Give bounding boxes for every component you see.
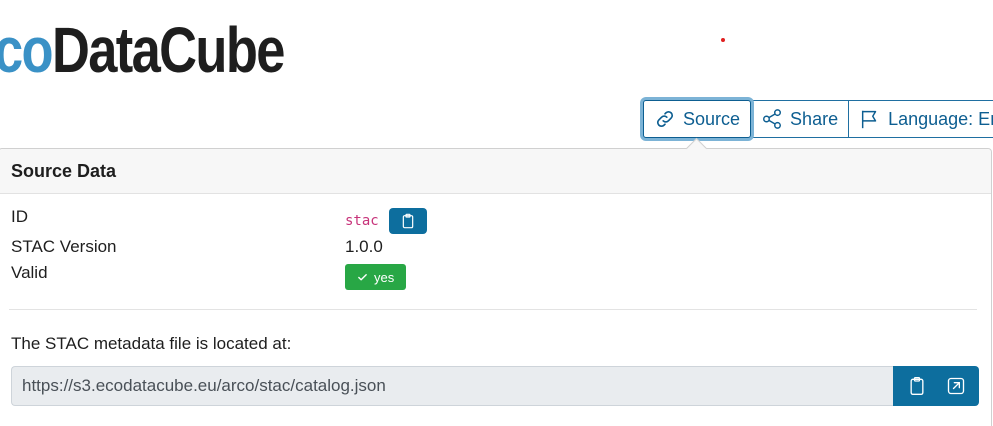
link-icon (656, 110, 674, 128)
valid-badge: yes (345, 264, 407, 290)
flag-icon (862, 110, 877, 129)
share-button[interactable]: Share (751, 100, 850, 138)
metadata-url-group: https://s3.ecodatacube.eu/arco/stac/cata… (11, 366, 979, 406)
id-value: stac (345, 213, 379, 229)
clipboard-icon (910, 377, 923, 395)
stac-version-label: STAC Version (11, 237, 117, 256)
share-icon (763, 109, 782, 129)
logo[interactable]: coDataCube (0, 14, 285, 86)
page: coDataCube Source Share Language: Engli … (0, 0, 993, 426)
share-label: Share (790, 108, 839, 129)
divider (9, 309, 977, 310)
copy-url-button[interactable] (899, 369, 935, 403)
toolbar: Source Share Language: Engli (643, 100, 993, 140)
url-actions (893, 366, 979, 406)
metadata-location-text: The STAC metadata file is located at: (11, 334, 292, 353)
open-url-button[interactable] (938, 369, 974, 403)
copy-id-button[interactable] (388, 208, 427, 234)
id-label: ID (11, 207, 28, 226)
language-label: Language: Engli (888, 108, 993, 129)
clipboard-icon (402, 213, 413, 229)
stac-version-value: 1.0.0 (345, 237, 383, 256)
valid-label: Valid (11, 263, 48, 282)
check-icon (358, 273, 367, 280)
valid-value: yes (374, 269, 395, 285)
metadata-url-field[interactable]: https://s3.ecodatacube.eu/arco/stac/cata… (11, 366, 893, 406)
logo-part-datacube: DataCube (51, 14, 285, 86)
source-button[interactable]: Source (643, 100, 752, 138)
logo-part-eco: co (0, 14, 54, 86)
language-button[interactable]: Language: Engli (849, 100, 993, 138)
source-data-popover: Source Data ID stac STAC Version 1.0.0 V… (0, 148, 992, 426)
popover-title: Source Data (0, 149, 991, 194)
external-link-icon (947, 377, 964, 395)
red-dot (721, 38, 725, 42)
source-label: Source (683, 108, 741, 129)
